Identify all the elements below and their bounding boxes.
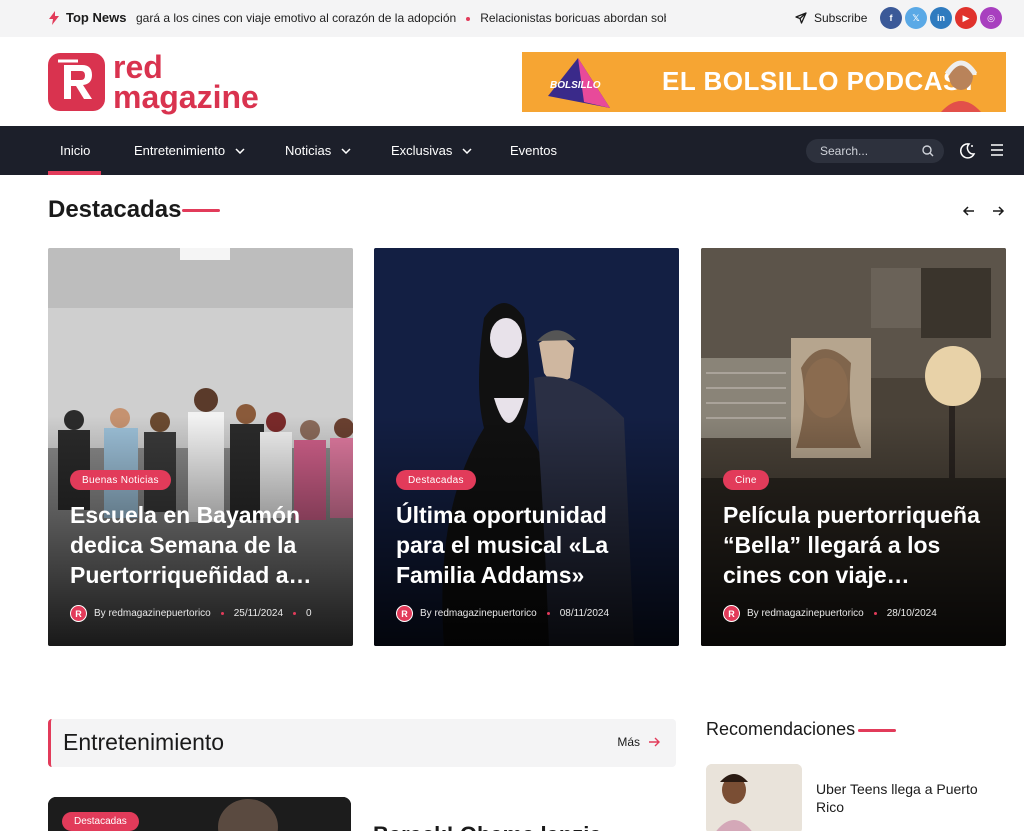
- facebook-icon[interactable]: f: [880, 7, 902, 29]
- ad-person-image: [941, 60, 981, 112]
- ticker-separator: [466, 16, 471, 21]
- top-news-text: Top News: [66, 10, 127, 25]
- ticker-item[interactable]: gará a los cines con viaje emotivo al co…: [136, 11, 456, 25]
- card-author[interactable]: By redmagazinepuertorico: [94, 608, 211, 619]
- category-tag[interactable]: Destacadas: [62, 812, 139, 831]
- card-date: 25/11/2024: [233, 608, 284, 619]
- news-ticker[interactable]: gará a los cines con viaje emotivo al co…: [136, 11, 666, 25]
- search-icon[interactable]: [922, 145, 934, 157]
- chevron-down-icon: [341, 147, 351, 154]
- send-icon: [795, 12, 807, 24]
- logo-wordmark: red magazine: [113, 49, 259, 116]
- ad-title: EL BOLSILLO PODCAST: [662, 66, 978, 96]
- hamburger-menu-icon[interactable]: [990, 144, 1004, 156]
- title-accent-line: [182, 209, 220, 212]
- card-title[interactable]: Última oportunidad para el musical «La F…: [396, 500, 658, 590]
- nav-item-noticias[interactable]: Noticias: [285, 126, 351, 175]
- entertainment-section-header: Entretenimiento Más: [48, 719, 676, 767]
- entertainment-next-title[interactable]: Barack! Obama lanzia: [373, 822, 673, 831]
- top-news-label: Top News: [48, 10, 126, 25]
- card-title[interactable]: Escuela en Bayamón dedica Semana de la P…: [70, 500, 332, 590]
- card-author[interactable]: By redmagazinepuertorico: [420, 608, 537, 619]
- author-avatar: R: [396, 605, 413, 622]
- meta-separator: [293, 612, 297, 615]
- recommendations-title: Recomendaciones: [706, 719, 856, 739]
- instagram-icon[interactable]: ◎: [980, 7, 1002, 29]
- card-meta: R By redmagazinepuertorico 08/11/2024: [396, 605, 609, 622]
- search-box[interactable]: [806, 139, 944, 163]
- category-tag[interactable]: Buenas Noticias: [70, 470, 171, 490]
- nav-item-entretenimiento[interactable]: Entretenimiento: [134, 126, 245, 175]
- card-meta: R By redmagazinepuertorico 28/10/2024: [723, 605, 937, 622]
- x-icon[interactable]: 𝕏: [905, 7, 927, 29]
- recommendation-title[interactable]: Uber Teens llega a Puerto Rico: [816, 780, 996, 816]
- featured-card[interactable]: Buenas Noticias Escuela en Bayamón dedic…: [48, 248, 353, 646]
- entertainment-title: Entretenimiento: [63, 729, 225, 755]
- chevron-down-icon: [462, 147, 472, 154]
- meta-separator: [546, 612, 550, 615]
- ad-badge: BOLSILLO: [550, 80, 601, 91]
- nav-item-eventos[interactable]: Eventos: [510, 126, 557, 175]
- subscribe-label: Subscribe: [814, 11, 868, 25]
- site-logo[interactable]: red magazine: [48, 49, 259, 116]
- linkedin-icon[interactable]: in: [930, 7, 952, 29]
- arrow-right-icon: [649, 737, 660, 747]
- chevron-down-icon: [235, 147, 245, 154]
- dark-mode-toggle-icon[interactable]: [958, 142, 976, 160]
- logo-mark-icon: [48, 53, 105, 112]
- card-author[interactable]: By redmagazinepuertorico: [747, 608, 864, 619]
- featured-card[interactable]: Destacadas Última oportunidad para el mu…: [374, 248, 679, 646]
- more-link[interactable]: Más: [617, 735, 660, 749]
- top-bar: Top News gará a los cines con viaje emot…: [0, 0, 1024, 37]
- search-input[interactable]: [820, 144, 920, 158]
- title-accent-line: [858, 729, 896, 732]
- nav-item-exclusivas[interactable]: Exclusivas: [391, 126, 472, 175]
- category-tag[interactable]: Destacadas: [396, 470, 476, 490]
- card-title[interactable]: Película puertorriqueña “Bella” llegará …: [723, 500, 985, 590]
- youtube-icon[interactable]: ▶: [955, 7, 977, 29]
- featured-card[interactable]: Cine Película puertorriqueña “Bella” lle…: [701, 248, 1006, 646]
- category-tag[interactable]: Cine: [723, 470, 769, 490]
- lightning-icon: [49, 10, 59, 25]
- nav-active-indicator: [48, 171, 101, 175]
- meta-separator: [873, 612, 877, 615]
- card-date: 08/11/2024: [559, 608, 610, 619]
- author-avatar: R: [70, 605, 87, 622]
- subscribe-button[interactable]: Subscribe: [795, 11, 867, 25]
- card-comment-count[interactable]: 0: [306, 608, 312, 619]
- meta-separator: [220, 612, 224, 615]
- podcast-ad-banner[interactable]: BOLSILLO EL BOLSILLO PODCAST: [522, 52, 1006, 112]
- social-links: f 𝕏 in ▶ ◎: [880, 7, 1002, 29]
- arrow-left-icon[interactable]: [961, 203, 977, 219]
- author-avatar: R: [723, 605, 740, 622]
- ticker-item[interactable]: Relacionistas boricuas abordan sobre l: [480, 11, 666, 25]
- recommendation-image[interactable]: [706, 764, 802, 831]
- entertainment-card[interactable]: Destacadas: [48, 797, 351, 831]
- card-meta: R By redmagazinepuertorico 25/11/2024 0: [70, 605, 312, 622]
- nav-item-inicio[interactable]: Inicio: [60, 126, 90, 175]
- arrow-right-icon[interactable]: [990, 203, 1006, 219]
- featured-section-title: Destacadas: [48, 196, 182, 223]
- card-date: 28/10/2024: [886, 608, 937, 619]
